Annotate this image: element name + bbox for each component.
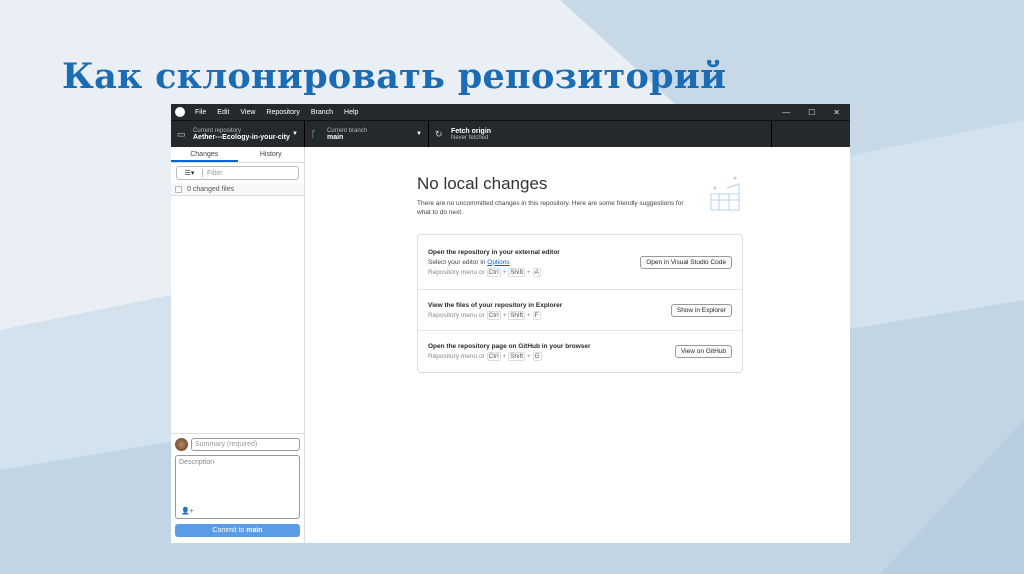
close-button[interactable]: ✕ — [833, 108, 840, 117]
branch-icon: ᚴ — [311, 129, 317, 139]
fetch-origin-button[interactable]: ↻ Fetch origin Never fetched — [429, 121, 772, 147]
sync-icon: ↻ — [435, 128, 443, 139]
filter-input[interactable]: Filter — [203, 170, 223, 177]
key: Shift — [508, 310, 526, 320]
menu-file[interactable]: File — [195, 109, 206, 116]
fetch-status: Never fetched — [451, 134, 489, 141]
key: F — [532, 310, 541, 320]
show-in-explorer-button[interactable]: Show in Explorer — [670, 303, 732, 317]
suggestions-card: Open the repository in your external edi… — [417, 234, 743, 373]
github-desktop-window: File Edit View Repository Branch Help — ☐… — [171, 104, 850, 543]
menu-edit[interactable]: Edit — [217, 109, 229, 116]
add-coauthor-icon[interactable]: 👤+ — [181, 507, 194, 515]
filter-options-button[interactable]: ☰▾ — [177, 169, 203, 177]
commit-button[interactable]: Commit to main — [175, 524, 300, 537]
commit-branch: main — [246, 527, 263, 534]
fetch-label: Fetch origin — [451, 127, 492, 135]
key: A — [532, 267, 541, 277]
chevron-down-icon: ▼ — [292, 131, 298, 137]
description-placeholder: Description — [179, 459, 215, 466]
select-all-checkbox[interactable] — [175, 185, 182, 193]
suggestion-title: Open the repository page on GitHub in yo… — [428, 343, 591, 350]
menu-view[interactable]: View — [240, 109, 255, 116]
open-in-vscode-button[interactable]: Open in Visual Studio Code — [640, 255, 732, 269]
avatar — [175, 438, 188, 451]
suggestion-view-github: Open the repository page on GitHub in yo… — [418, 331, 742, 372]
shortcut-hint: Repository menu or — [428, 268, 485, 276]
no-changes-view: No local changes There are no uncommitte… — [417, 174, 743, 373]
chevron-down-icon: ▼ — [416, 131, 422, 137]
description-input[interactable]: Description 👤+ — [175, 455, 300, 519]
key: Ctrl — [486, 310, 501, 320]
repo-value: Aether---Ecology-in-your-city — [193, 133, 290, 141]
suggestion-show-explorer: View the files of your repository in Exp… — [418, 290, 742, 331]
current-repository-button[interactable]: ▭ Current repository Aether---Ecology-in-… — [171, 121, 305, 147]
tab-history[interactable]: History — [238, 147, 305, 162]
heading: No local changes — [417, 174, 548, 193]
changed-files-header: 0 changed files — [171, 183, 304, 196]
github-logo-icon — [175, 107, 185, 117]
changed-files-count: 0 changed files — [187, 185, 235, 193]
key: G — [532, 352, 542, 361]
branch-label: Current branch — [327, 127, 368, 134]
slide-title: Как склонировать репозиторий — [62, 56, 727, 97]
commit-panel: Summary (required) Description 👤+ Commit … — [171, 433, 304, 543]
key: Ctrl — [486, 267, 501, 277]
toolbar: ▭ Current repository Aether---Ecology-in-… — [171, 120, 850, 147]
tab-changes[interactable]: Changes — [171, 147, 238, 162]
menu-help[interactable]: Help — [344, 109, 358, 116]
minimize-button[interactable]: — — [782, 108, 790, 117]
commit-prefix: Commit to — [212, 527, 247, 534]
summary-input[interactable]: Summary (required) — [191, 438, 300, 451]
key: Shift — [508, 352, 526, 361]
menu-bar: File Edit View Repository Branch Help — ☐… — [171, 104, 850, 120]
repo-icon: ▭ — [177, 128, 186, 139]
view-on-github-button[interactable]: View on GitHub — [674, 345, 732, 358]
suggestion-desc: Select your editor in — [428, 258, 488, 266]
menu-repository[interactable]: Repository — [266, 109, 299, 116]
shortcut-hint: Repository menu or — [428, 311, 485, 319]
suggestion-title: Open the repository in your external edi… — [428, 248, 560, 256]
suggestion-open-editor: Open the repository in your external edi… — [418, 235, 742, 290]
current-branch-button[interactable]: ᚴ Current branch main ▼ — [305, 121, 429, 147]
menu-branch[interactable]: Branch — [311, 109, 333, 116]
branch-value: main — [327, 133, 344, 141]
maximize-button[interactable]: ☐ — [808, 108, 815, 117]
key: Shift — [508, 267, 526, 277]
suggestion-title: View the files of your repository in Exp… — [428, 301, 563, 309]
key: Ctrl — [486, 352, 501, 361]
sidebar: Changes History ☰▾ Filter 0 changed files … — [171, 147, 305, 543]
subtitle: There are no uncommitted changes in this… — [417, 200, 684, 216]
options-link[interactable]: Options — [487, 259, 509, 266]
shortcut-hint: Repository menu or — [428, 353, 485, 360]
